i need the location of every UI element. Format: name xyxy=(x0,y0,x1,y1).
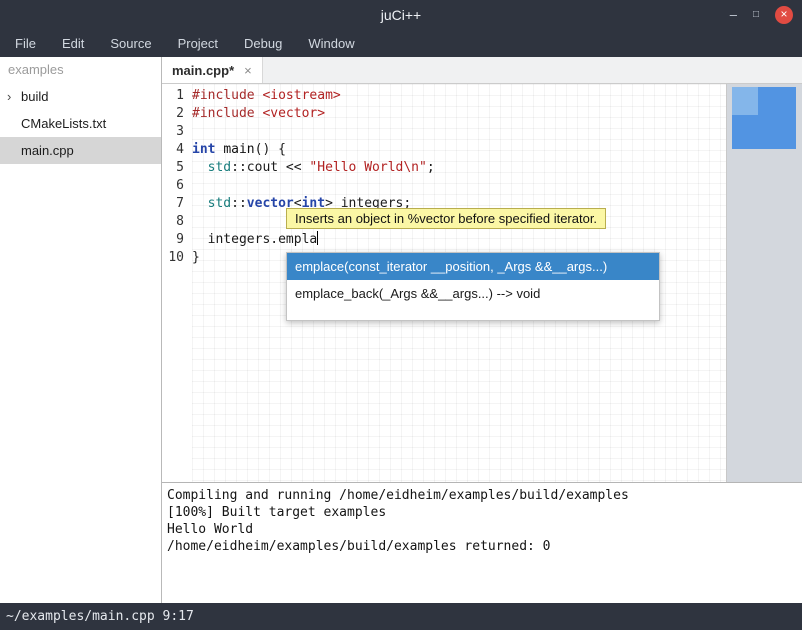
chevron-right-icon[interactable]: › xyxy=(7,89,21,104)
menu-item-project[interactable]: Project xyxy=(165,30,231,57)
terminal-line: [100%] Built target examples xyxy=(167,504,797,521)
overview-highlight xyxy=(732,87,758,115)
code-line-6[interactable]: 6 xyxy=(162,177,726,195)
terminal-line: /home/eidheim/examples/build/examples re… xyxy=(167,538,797,555)
tree-item-main-cpp[interactable]: main.cpp xyxy=(0,137,161,164)
tabbar: main.cpp* × xyxy=(162,57,802,84)
code-text: integers.empla xyxy=(192,231,318,249)
autocomplete-popup: emplace(const_iterator __position, _Args… xyxy=(286,252,660,321)
editor-pane: main.cpp* × 1#include <iostream>2#includ… xyxy=(162,57,802,603)
code-line-9[interactable]: 9 integers.empla xyxy=(162,231,726,249)
menu-item-edit[interactable]: Edit xyxy=(49,30,97,57)
line-number: 6 xyxy=(162,177,189,195)
code-editor[interactable]: 1#include <iostream>2#include <vector>34… xyxy=(162,84,726,482)
line-number: 3 xyxy=(162,123,189,141)
doc-tooltip: Inserts an object in %vector before spec… xyxy=(286,208,606,229)
code-line-2[interactable]: 2#include <vector> xyxy=(162,105,726,123)
tree-item-label: CMakeLists.txt xyxy=(21,116,106,131)
tree-item-label: main.cpp xyxy=(21,143,74,158)
code-text: int main() { xyxy=(192,141,286,159)
project-name: examples xyxy=(0,57,161,83)
text-cursor xyxy=(317,231,318,245)
close-button[interactable]: × xyxy=(775,6,793,24)
file-tree: ›build CMakeLists.txt main.cpp xyxy=(0,83,161,164)
menu-item-file[interactable]: File xyxy=(2,30,49,57)
statusbar: ~/examples/main.cpp 9:17 xyxy=(0,603,802,630)
autocomplete-item-0[interactable]: emplace(const_iterator __position, _Args… xyxy=(287,253,659,280)
code-text: } xyxy=(192,249,200,267)
menu-item-window[interactable]: Window xyxy=(295,30,367,57)
line-number: 5 xyxy=(162,159,189,177)
minimize-button[interactable]: – xyxy=(730,6,737,24)
line-number: 10 xyxy=(162,249,189,267)
tab-main-cpp[interactable]: main.cpp* × xyxy=(162,57,263,83)
code-line-3[interactable]: 3 xyxy=(162,123,726,141)
status-file-position: ~/examples/main.cpp 9:17 xyxy=(6,609,194,624)
code-lines: 1#include <iostream>2#include <vector>34… xyxy=(162,84,726,267)
terminal-line: Hello World xyxy=(167,521,797,538)
tab-label: main.cpp* xyxy=(172,63,234,78)
code-text: #include <iostream> xyxy=(192,87,341,105)
tab-close-icon[interactable]: × xyxy=(244,63,252,78)
code-line-5[interactable]: 5 std::cout << "Hello World\n"; xyxy=(162,159,726,177)
tree-item-build[interactable]: ›build xyxy=(0,83,161,110)
window-title: juCi++ xyxy=(0,0,802,30)
editor: 1#include <iostream>2#include <vector>34… xyxy=(162,84,802,482)
menu-item-source[interactable]: Source xyxy=(97,30,164,57)
menubar: FileEditSourceProjectDebugWindow xyxy=(0,30,802,57)
line-number: 4 xyxy=(162,141,189,159)
line-number: 9 xyxy=(162,231,189,249)
overview-slider[interactable] xyxy=(732,87,796,149)
code-line-4[interactable]: 4int main() { xyxy=(162,141,726,159)
line-number: 8 xyxy=(162,213,189,231)
sidebar: examples ›build CMakeLists.txt main.cpp xyxy=(0,57,162,603)
terminal-line: Compiling and running /home/eidheim/exam… xyxy=(167,487,797,504)
autocomplete-item-1[interactable]: emplace_back(_Args &&__args...) --> void xyxy=(287,280,659,307)
menu-item-debug[interactable]: Debug xyxy=(231,30,295,57)
app-window: juCi++ –□ × FileEditSourceProjectDebugWin… xyxy=(0,0,802,630)
maximize-button[interactable]: □ xyxy=(753,6,759,24)
line-number: 1 xyxy=(162,87,189,105)
window-controls: –□ × xyxy=(730,0,793,30)
code-text: std::cout << "Hello World\n"; xyxy=(192,159,435,177)
titlebar: juCi++ –□ × xyxy=(0,0,802,30)
main-area: examples ›build CMakeLists.txt main.cpp ma… xyxy=(0,57,802,603)
terminal-output[interactable]: Compiling and running /home/eidheim/exam… xyxy=(162,482,802,603)
code-line-1[interactable]: 1#include <iostream> xyxy=(162,87,726,105)
line-number: 2 xyxy=(162,105,189,123)
tree-item-cmakelists-txt[interactable]: CMakeLists.txt xyxy=(0,110,161,137)
line-number: 7 xyxy=(162,195,189,213)
overview-scrollbar[interactable] xyxy=(726,84,802,482)
code-text: #include <vector> xyxy=(192,105,325,123)
tree-item-label: build xyxy=(21,89,48,104)
